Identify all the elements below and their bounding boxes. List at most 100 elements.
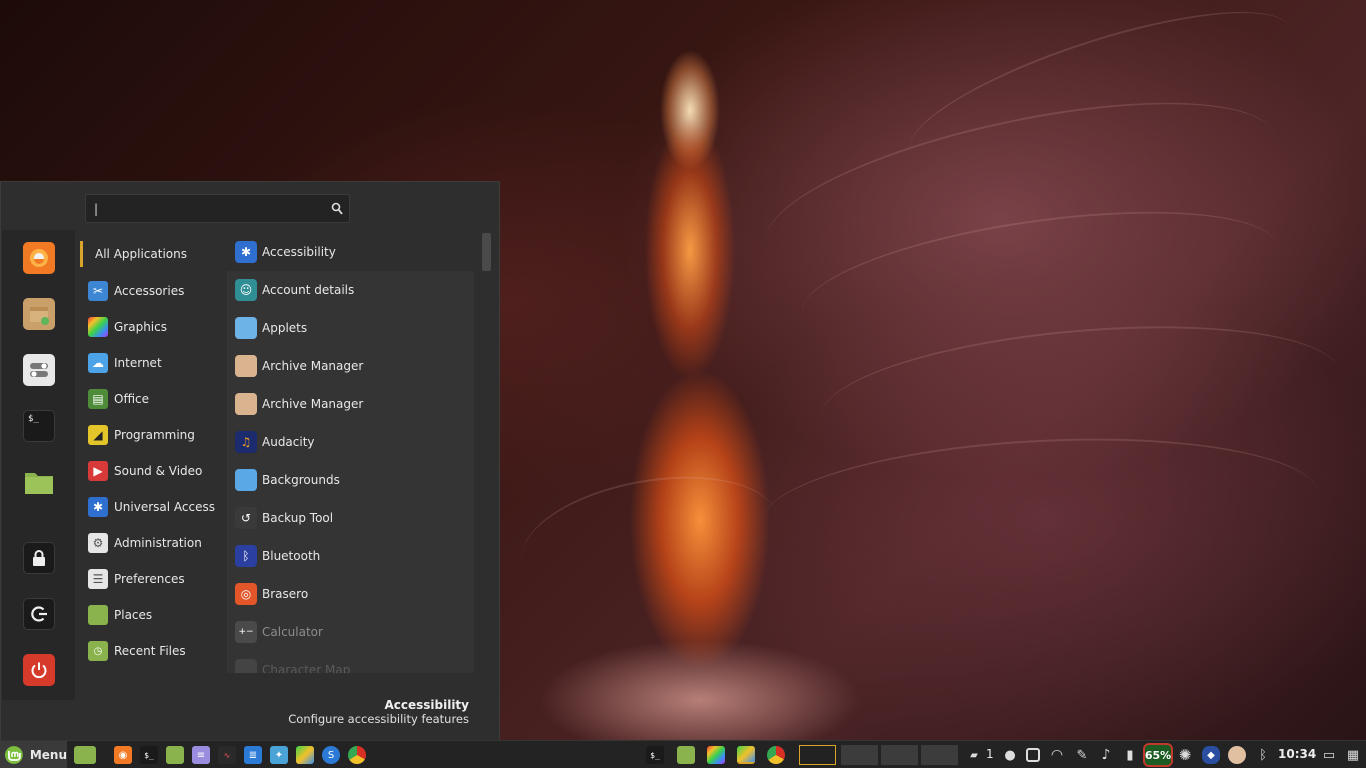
- favorites-sidebar: $_: [2, 230, 75, 700]
- gpick-window-icon[interactable]: [737, 746, 755, 764]
- scrollbar-thumb[interactable]: [482, 233, 491, 271]
- app-item-applets[interactable]: Applets: [227, 309, 474, 347]
- keyboard-layout-icon[interactable]: [1026, 748, 1040, 762]
- category-label: Preferences: [114, 572, 185, 586]
- app-item-character-map[interactable]: Character Map: [227, 651, 474, 673]
- programming-icon: ◢: [88, 425, 108, 445]
- application-list: ✱ Accessibility ☺ Account details Applet…: [227, 233, 474, 673]
- category-accessories[interactable]: ✂ Accessories: [80, 273, 225, 309]
- category-programming[interactable]: ◢ Programming: [80, 417, 225, 453]
- category-label: Graphics: [114, 320, 167, 334]
- selected-app-description: Configure accessibility features: [288, 712, 469, 726]
- app-item-audacity[interactable]: ♫ Audacity: [227, 423, 474, 461]
- skype-launcher-icon[interactable]: S: [322, 746, 340, 764]
- category-all-applications[interactable]: All Applications: [80, 241, 225, 267]
- shield-icon[interactable]: ◆: [1202, 746, 1220, 764]
- app-label: Archive Manager: [262, 359, 364, 373]
- search-input[interactable]: [94, 199, 319, 219]
- preferences-icon: ☰: [88, 569, 108, 589]
- category-graphics[interactable]: Graphics: [80, 309, 225, 345]
- chrome-launcher-icon[interactable]: [348, 746, 366, 764]
- backgrounds-icon: [235, 469, 257, 491]
- package-installer-icon[interactable]: [23, 298, 55, 330]
- document-launcher-icon[interactable]: ≣: [244, 746, 262, 764]
- lock-icon[interactable]: [23, 542, 55, 574]
- text-editor-launcher-icon[interactable]: ≡: [192, 746, 210, 764]
- menu-label: Menu: [29, 748, 67, 762]
- accessibility-icon: ✱: [235, 241, 257, 263]
- character-map-icon: [235, 659, 257, 673]
- selected-app-title: Accessibility: [384, 698, 469, 712]
- sound-icon[interactable]: ♪: [1097, 746, 1115, 764]
- category-recent-files[interactable]: ◷ Recent Files: [80, 633, 225, 669]
- firefox-icon[interactable]: [23, 242, 55, 274]
- user-icon[interactable]: ●: [1001, 746, 1019, 764]
- terminal-icon[interactable]: $_: [23, 410, 55, 442]
- firefox-launcher-icon[interactable]: ◉: [114, 746, 132, 764]
- app-item-accessibility[interactable]: ✱ Accessibility: [227, 233, 474, 271]
- files-window-icon[interactable]: [677, 746, 695, 764]
- app-item-account-details[interactable]: ☺ Account details: [227, 271, 474, 309]
- category-preferences[interactable]: ☰ Preferences: [80, 561, 225, 597]
- clipboard-icon[interactable]: ▮: [1121, 746, 1139, 764]
- battery-indicator[interactable]: 65%: [1143, 743, 1173, 767]
- power-icon[interactable]: [23, 654, 55, 686]
- category-sound-video[interactable]: ▶ Sound & Video: [80, 453, 225, 489]
- search-box[interactable]: [85, 194, 350, 223]
- category-label: Recent Files: [114, 644, 186, 658]
- terminal-launcher-icon[interactable]: $_: [140, 746, 158, 764]
- workspace-3[interactable]: [881, 745, 918, 765]
- calculator-icon: +−: [235, 621, 257, 643]
- gpick-launcher-icon[interactable]: [296, 746, 314, 764]
- archive-manager-icon: [235, 393, 257, 415]
- folder-icon[interactable]: [23, 466, 55, 498]
- clock[interactable]: 10:34: [1278, 747, 1316, 761]
- sound-video-icon: ▶: [88, 461, 108, 481]
- app-label: Account details: [262, 283, 355, 297]
- grid-icon[interactable]: ▦: [1344, 746, 1362, 764]
- menu-button[interactable]: Menu: [0, 741, 67, 768]
- app-item-archive-manager[interactable]: Archive Manager: [227, 385, 474, 423]
- app-item-brasero[interactable]: ◎ Brasero: [227, 575, 474, 613]
- files-launcher-icon[interactable]: [166, 746, 184, 764]
- display-icon[interactable]: ▭: [1320, 746, 1338, 764]
- aperture-icon[interactable]: ✺: [1176, 746, 1194, 764]
- accessories-icon: ✂: [88, 281, 108, 301]
- brasero-icon: ◎: [235, 583, 257, 605]
- color-picker-icon[interactable]: ✎: [1073, 746, 1091, 764]
- recent-files-icon: ◷: [88, 641, 108, 661]
- archive-manager-icon: [235, 355, 257, 377]
- app-item-archive-manager[interactable]: Archive Manager: [227, 347, 474, 385]
- app-label: Accessibility: [262, 245, 336, 259]
- workspace-4[interactable]: [921, 745, 958, 765]
- category-office[interactable]: ▤ Office: [80, 381, 225, 417]
- workspace-1[interactable]: [799, 745, 836, 765]
- category-administration[interactable]: ⚙ Administration: [80, 525, 225, 561]
- terminal-window-icon[interactable]: $_: [646, 746, 664, 764]
- category-places[interactable]: Places: [80, 597, 225, 633]
- office-icon: ▤: [88, 389, 108, 409]
- notifications-icon[interactable]: ▰: [965, 746, 983, 764]
- show-desktop-icon[interactable]: [74, 746, 96, 764]
- settings-toggle-icon[interactable]: [23, 354, 55, 386]
- category-internet[interactable]: ☁ Internet: [80, 345, 225, 381]
- bluetooth-tray-icon[interactable]: ᛒ: [1254, 746, 1272, 764]
- chrome-window-icon[interactable]: [767, 746, 785, 764]
- app-label: Audacity: [262, 435, 315, 449]
- app-list-scrollbar[interactable]: [482, 233, 491, 673]
- app-item-backgrounds[interactable]: Backgrounds: [227, 461, 474, 499]
- redshift-icon[interactable]: [1228, 746, 1246, 764]
- wifi-icon[interactable]: ◠: [1048, 746, 1066, 764]
- graphics-window-icon[interactable]: [707, 746, 725, 764]
- applets-icon: [235, 317, 257, 339]
- graphics-icon: [88, 317, 108, 337]
- app-item-bluetooth[interactable]: ᛒ Bluetooth: [227, 537, 474, 575]
- app-item-backup-tool[interactable]: ↺ Backup Tool: [227, 499, 474, 537]
- logout-icon[interactable]: [23, 598, 55, 630]
- app-item-calculator[interactable]: +− Calculator: [227, 613, 474, 651]
- system-monitor-launcher-icon[interactable]: ∿: [218, 746, 236, 764]
- category-universal-access[interactable]: ✱ Universal Access: [80, 489, 225, 525]
- search-icon[interactable]: [331, 202, 343, 216]
- workspace-2[interactable]: [841, 745, 878, 765]
- shutter-launcher-icon[interactable]: ✦: [270, 746, 288, 764]
